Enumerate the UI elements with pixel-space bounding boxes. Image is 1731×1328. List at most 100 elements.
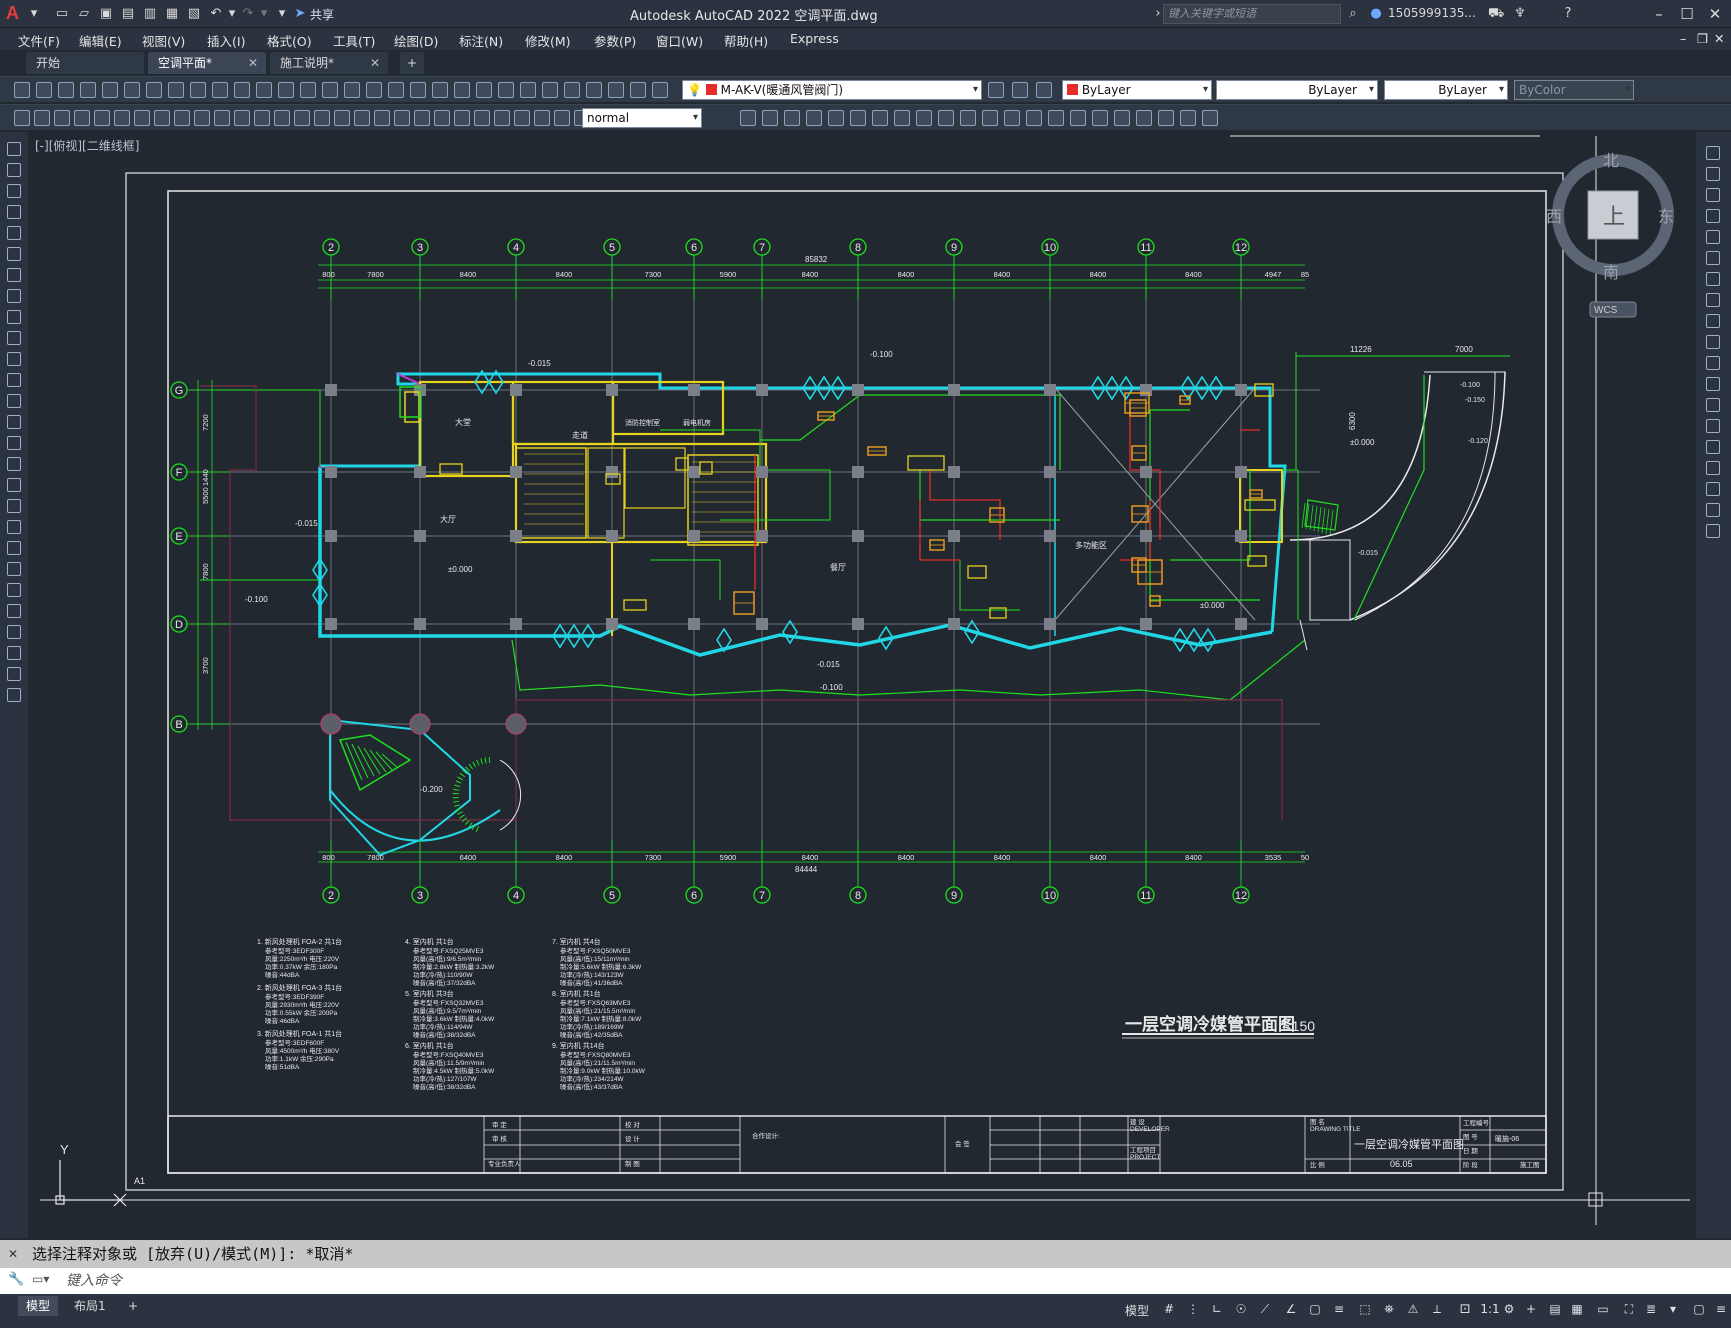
draw-tool-5-icon[interactable]	[7, 226, 21, 240]
toolbar-tool-17-icon[interactable]	[366, 82, 382, 98]
tab-close-icon[interactable]: ✕	[248, 52, 258, 74]
toolbar-tool-11-icon[interactable]	[234, 82, 250, 98]
draw-tool-12-icon[interactable]	[7, 373, 21, 387]
modify-tool-14-icon[interactable]	[1026, 110, 1042, 126]
toolbar-tool-30-icon[interactable]	[652, 82, 668, 98]
draw-tool-14-icon[interactable]	[7, 415, 21, 429]
toolbar-tool-23-icon[interactable]	[498, 82, 514, 98]
dim-tool-21-icon[interactable]	[414, 110, 430, 126]
open-file-icon[interactable]: ▱	[76, 6, 92, 21]
cad-drawing[interactable]: 2 3 4 5 6 7 8 9 10 11 12 2 3 4 5 6 7 8 9 10 11 12 G F E D B 800 7…	[28, 132, 1696, 1238]
status-tool-23-icon[interactable]: ▢	[1690, 1302, 1708, 1318]
modify-tool-6-icon[interactable]	[1706, 251, 1720, 265]
dim-tool-14-icon[interactable]	[274, 110, 290, 126]
dim-tool-1-icon[interactable]	[14, 110, 30, 126]
toolbar-tool-16-icon[interactable]	[344, 82, 360, 98]
modify-tool-2-icon[interactable]	[762, 110, 778, 126]
toolbar-tool-20-icon[interactable]	[432, 82, 448, 98]
user-name[interactable]: 1505999135...	[1388, 6, 1476, 20]
draw-tool-26-icon[interactable]	[7, 667, 21, 681]
maximize-icon[interactable]: ☐	[1674, 3, 1700, 25]
annotation-scale-button[interactable]: 1:1	[1478, 1302, 1502, 1318]
modify-tool-9-icon[interactable]	[1706, 314, 1720, 328]
plotstyle-dropdown[interactable]: ByColor ▾	[1514, 80, 1634, 100]
undo-dropdown-icon[interactable]: ▾	[224, 6, 240, 21]
modify-tool-10-icon[interactable]	[1706, 335, 1720, 349]
dim-tool-18-icon[interactable]	[354, 110, 370, 126]
modify-tool-11-icon[interactable]	[1706, 356, 1720, 370]
toolbar-tool-8-icon[interactable]	[168, 82, 184, 98]
status-tool-3-icon[interactable]: ∟	[1208, 1302, 1226, 1318]
modify-tool-1-icon[interactable]	[1706, 146, 1720, 160]
modify-tool-21-icon[interactable]	[1180, 110, 1196, 126]
dim-tool-10-icon[interactable]	[194, 110, 210, 126]
drawing-canvas[interactable]: 2 3 4 5 6 7 8 9 10 11 12 2 3 4 5 6 7 8 9 10 11 12 G F E D B 800 7…	[28, 132, 1696, 1238]
draw-tool-20-icon[interactable]	[7, 541, 21, 555]
toolbar-tool-2-icon[interactable]	[36, 82, 52, 98]
status-tool-11-icon[interactable]: ⚠	[1404, 1302, 1422, 1318]
dim-tool-24-icon[interactable]	[474, 110, 490, 126]
layer-tool-3-icon[interactable]	[1036, 82, 1052, 98]
menu-view[interactable]: 视图(V)	[142, 31, 185, 50]
modify-tool-20-icon[interactable]	[1158, 110, 1174, 126]
lineweight-dropdown[interactable]: ByLayer ▾	[1384, 80, 1508, 100]
dim-tool-15-icon[interactable]	[294, 110, 310, 126]
modify-tool-11-icon[interactable]	[960, 110, 976, 126]
modify-tool-4-icon[interactable]	[806, 110, 822, 126]
draw-tool-15-icon[interactable]	[7, 436, 21, 450]
status-tool-8-icon[interactable]: ≡	[1330, 1302, 1348, 1318]
draw-tool-22-icon[interactable]	[7, 583, 21, 597]
command-close-icon[interactable]: ✕	[8, 1247, 18, 1261]
model-space-toggle[interactable]: 模型	[1125, 1302, 1149, 1319]
linetype-dropdown[interactable]: ByLayer ▾	[1216, 80, 1378, 100]
menu-edit[interactable]: 编辑(E)	[79, 31, 122, 50]
draw-tool-10-icon[interactable]	[7, 331, 21, 345]
modify-tool-15-icon[interactable]	[1706, 440, 1720, 454]
toolbar-tool-1-icon[interactable]	[14, 82, 30, 98]
toolbar-tool-5-icon[interactable]	[102, 82, 118, 98]
user-icon[interactable]: ●	[1368, 6, 1384, 21]
modify-tool-17-icon[interactable]	[1706, 482, 1720, 496]
menu-dimension[interactable]: 标注(N)	[459, 31, 503, 50]
dim-tool-12-icon[interactable]	[234, 110, 250, 126]
status-tool-7-icon[interactable]: ▢	[1306, 1302, 1324, 1318]
dim-tool-11-icon[interactable]	[214, 110, 230, 126]
tab-drawing-notes[interactable]: 施工说明* ✕	[270, 52, 388, 74]
menu-file[interactable]: 文件(F)	[18, 31, 60, 50]
help-icon[interactable]: ?	[1560, 6, 1576, 21]
open-from-web-icon[interactable]: ▥	[142, 6, 158, 21]
customize-quick-access-icon[interactable]: ▾	[274, 6, 290, 21]
close-icon[interactable]: ✕	[1702, 3, 1728, 25]
draw-tool-27-icon[interactable]	[7, 688, 21, 702]
layer-dropdown[interactable]: 💡 M-AK-V(暖通风管阀门) ▾	[682, 80, 982, 100]
app-menu-chevron-icon[interactable]: ▾	[26, 6, 42, 21]
modify-tool-18-icon[interactable]	[1114, 110, 1130, 126]
toolbar-tool-21-icon[interactable]	[454, 82, 470, 98]
draw-tool-21-icon[interactable]	[7, 562, 21, 576]
undo-icon[interactable]: ↶	[208, 6, 224, 21]
dim-tool-4-icon[interactable]	[74, 110, 90, 126]
dim-tool-19-icon[interactable]	[374, 110, 390, 126]
layer-tool-1-icon[interactable]	[988, 82, 1004, 98]
dim-tool-17-icon[interactable]	[334, 110, 350, 126]
dim-tool-2-icon[interactable]	[34, 110, 50, 126]
menu-tools[interactable]: 工具(T)	[333, 31, 375, 50]
autodesk-app-icon[interactable]: ♆	[1512, 6, 1528, 21]
dim-tool-16-icon[interactable]	[314, 110, 330, 126]
status-tool-6-icon[interactable]: ∠	[1282, 1302, 1300, 1318]
modify-tool-7-icon[interactable]	[872, 110, 888, 126]
status-tool-2-icon[interactable]: ⋮	[1184, 1302, 1202, 1318]
toolbar-tool-7-icon[interactable]	[146, 82, 162, 98]
toolbar-tool-29-icon[interactable]	[630, 82, 646, 98]
tab-start[interactable]: 开始	[26, 52, 144, 74]
draw-tool-2-icon[interactable]	[7, 163, 21, 177]
draw-tool-1-icon[interactable]	[7, 142, 21, 156]
dim-tool-25-icon[interactable]	[494, 110, 510, 126]
doc-close-icon[interactable]: ✕	[1714, 31, 1724, 46]
modify-tool-19-icon[interactable]	[1706, 524, 1720, 538]
redo-icon[interactable]: ↷	[240, 6, 256, 21]
draw-tool-7-icon[interactable]	[7, 268, 21, 282]
toolbar-tool-14-icon[interactable]	[300, 82, 316, 98]
new-file-icon[interactable]: ▭	[54, 6, 70, 21]
menu-help[interactable]: 帮助(H)	[724, 31, 768, 50]
